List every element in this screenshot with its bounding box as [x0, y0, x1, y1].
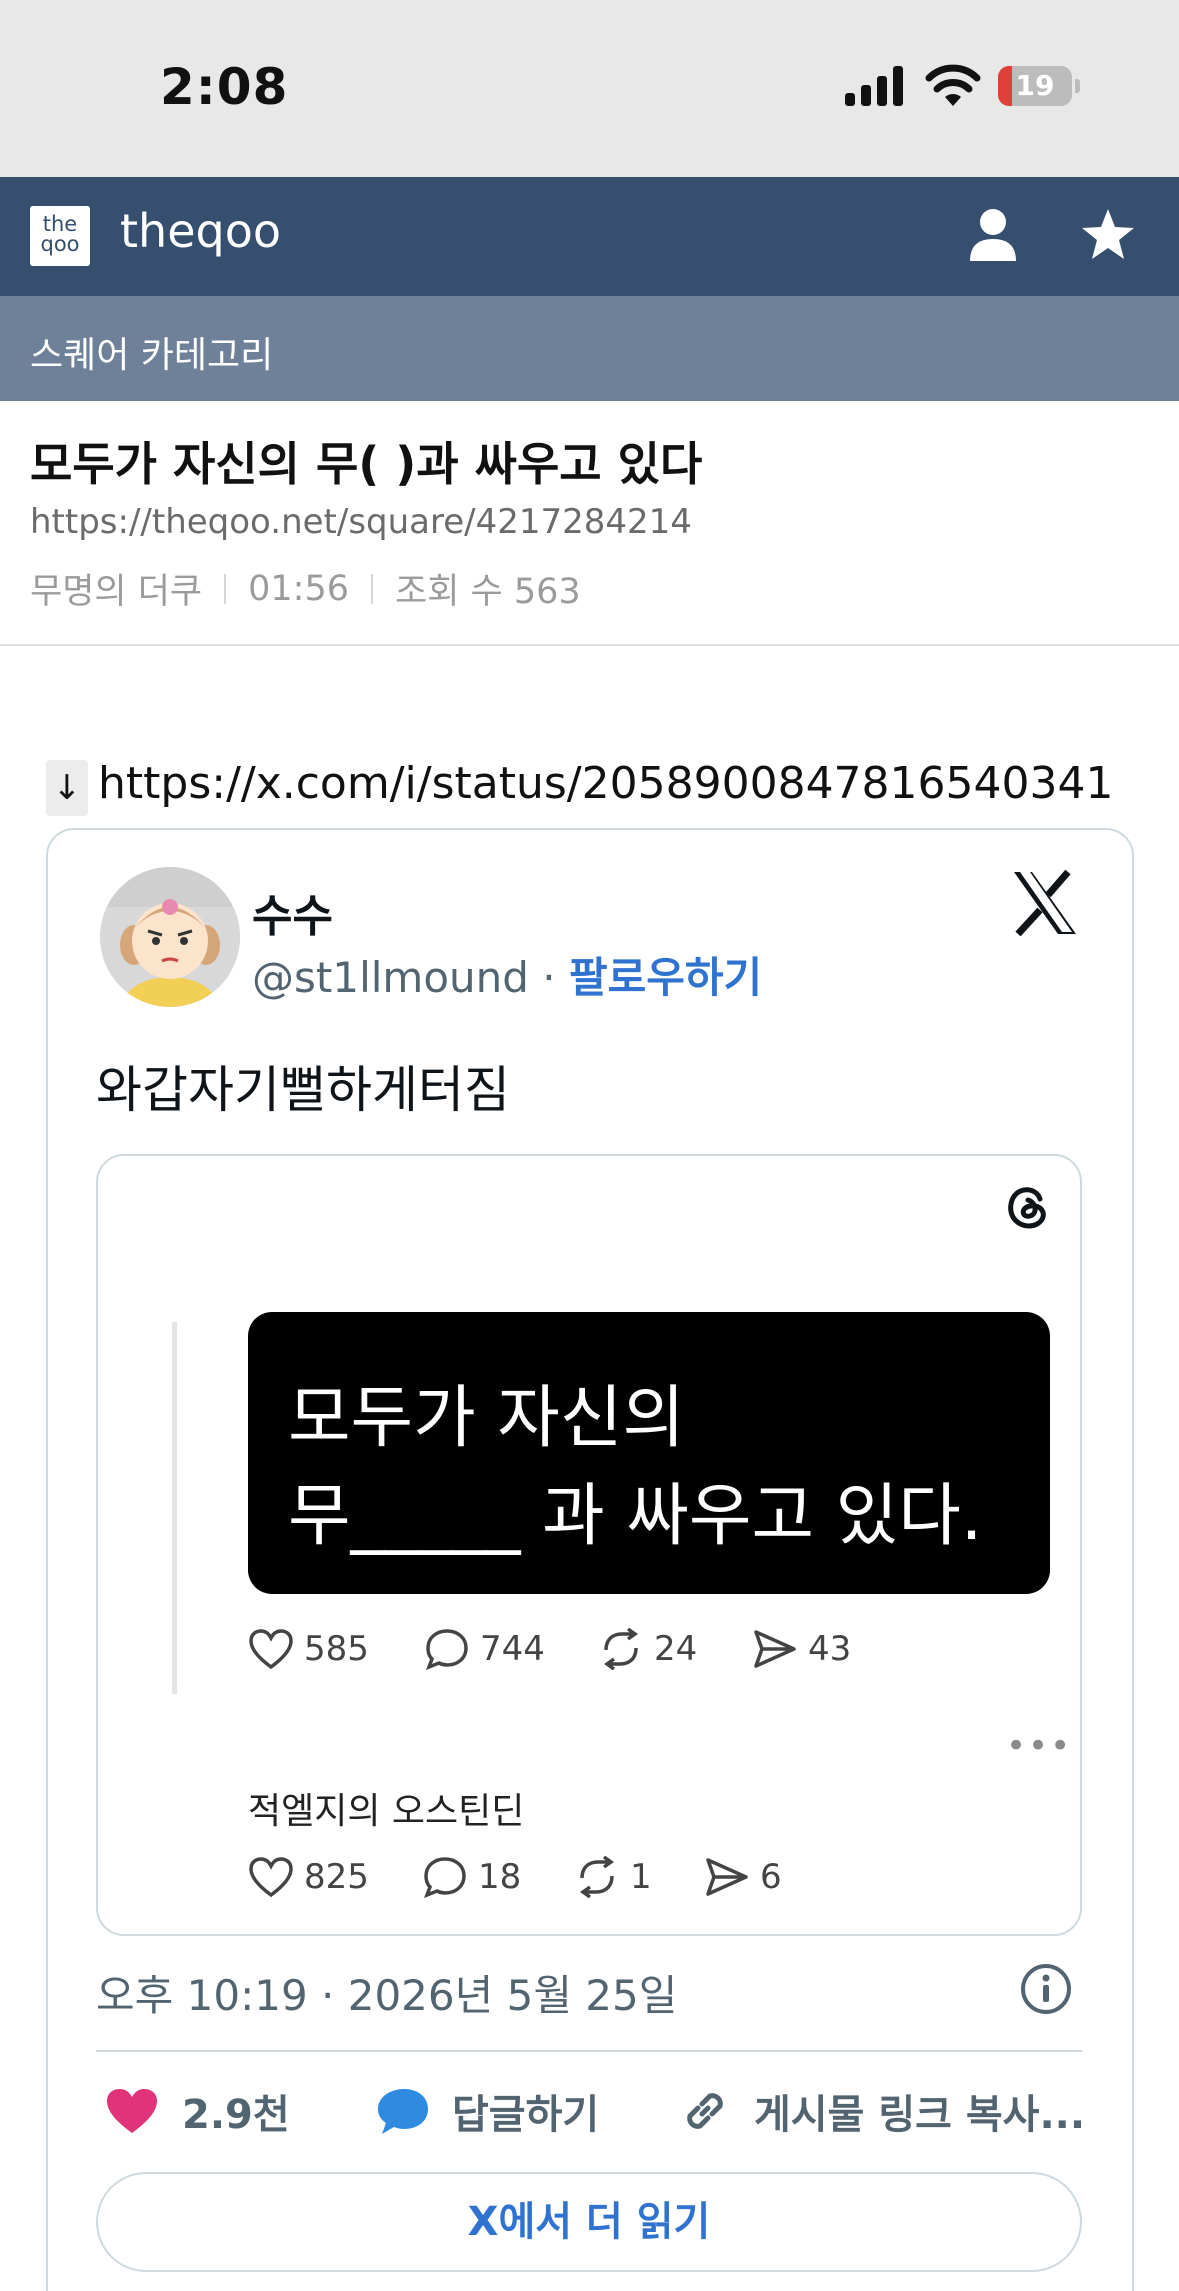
category-label[interactable]: 스퀘어 카테고리: [30, 326, 273, 378]
info-icon[interactable]: [1020, 1963, 1072, 2015]
theqoo-logo[interactable]: the qoo: [30, 206, 90, 266]
handle-text[interactable]: @st1llmound: [252, 953, 529, 1002]
reply-share-count: 6: [760, 1857, 782, 1897]
post-title: 모두가 자신의 무( )과 싸우고 있다: [30, 437, 703, 491]
avatar-image: [100, 867, 240, 1007]
status-bar: 2:08 19: [0, 0, 1179, 177]
heart-outline-icon: [249, 1629, 293, 1670]
meta-divider: [224, 573, 227, 604]
category-bar[interactable]: 스퀘어 카테고리: [0, 296, 1179, 401]
threads-icon: [1008, 1187, 1046, 1229]
user-icon[interactable]: [968, 207, 1018, 263]
logo-text-top: the: [42, 212, 78, 236]
reply-like-stat[interactable]: 825: [248, 1856, 369, 1898]
action-divider: [96, 2050, 1082, 2052]
post-time: 01:56: [248, 568, 350, 609]
reply-author-name[interactable]: 적엘지의 오스틴딘: [248, 1782, 524, 1834]
reply-like-count: 825: [304, 1857, 369, 1897]
handle-separator: ·: [528, 953, 569, 1002]
reply-reply-count: 18: [478, 1857, 522, 1897]
reply-label: 답글하기: [452, 2092, 600, 2138]
meta-divider: [371, 573, 374, 604]
down-arrow-icon: ↓: [46, 760, 88, 816]
tweet-link[interactable]: https://x.com/i/status/20589008478165403…: [98, 758, 1114, 809]
image-text-line1: 모두가 자신의: [288, 1379, 685, 1458]
quote-share-count: 43: [808, 1629, 852, 1669]
post-meta: 무명의 더쿠 01:56 조회 수 563: [30, 563, 581, 614]
tweet-author-name[interactable]: 수수: [252, 880, 333, 944]
reply-reply-stat[interactable]: 18: [422, 1856, 521, 1898]
more-options-icon[interactable]: •••: [1006, 1726, 1072, 1766]
like-action[interactable]: 2.9천: [104, 2082, 290, 2140]
send-icon: [706, 1858, 748, 1896]
copy-link-label: 게시물 링크 복사...: [754, 2092, 1086, 2138]
read-more-on-x-button[interactable]: X에서 더 읽기: [96, 2172, 1082, 2272]
post-author: 무명의 더쿠: [30, 572, 203, 612]
post-url[interactable]: https://theqoo.net/square/4217284214: [30, 502, 692, 542]
x-logo-icon[interactable]: [1010, 870, 1080, 936]
reply-action[interactable]: 답글하기: [374, 2082, 599, 2140]
quote-repost-count: 24: [654, 1629, 698, 1669]
reply-bubble-icon: [378, 2089, 428, 2134]
comment-bubble-icon: [424, 1857, 466, 1898]
copy-link-action[interactable]: 게시물 링크 복사...: [678, 2082, 1085, 2140]
star-icon[interactable]: [1080, 207, 1136, 263]
image-text-line2: 무_____ 과 싸우고 있다.: [288, 1477, 983, 1556]
heart-filled-icon: [107, 2089, 157, 2133]
quote-repost-stat[interactable]: 24: [598, 1628, 697, 1670]
status-time: 2:08: [160, 58, 289, 116]
comment-bubble-icon: [426, 1629, 468, 1670]
thread-connector-line: [172, 1322, 177, 1694]
repost-icon: [603, 1628, 639, 1670]
avatar[interactable]: [100, 867, 240, 1007]
logo-text-bottom: qoo: [40, 232, 80, 256]
reply-repost-count: 1: [630, 1857, 652, 1897]
post-divider: [0, 644, 1179, 646]
heart-outline-icon: [249, 1857, 293, 1898]
battery-level: 19: [1015, 69, 1055, 102]
app-title[interactable]: theqoo: [120, 204, 281, 258]
quote-reply-count: 744: [480, 1629, 545, 1669]
reply-repost-stat[interactable]: 1: [574, 1856, 652, 1898]
tweet-date[interactable]: 오후 10:19 · 2026년 5월 25일: [96, 1962, 677, 2023]
battery-icon: 19: [998, 66, 1080, 106]
repost-icon: [579, 1856, 615, 1898]
tweet-text: 와갑자기뻘하게터짐: [96, 1061, 510, 1119]
like-count: 2.9천: [182, 2092, 290, 2138]
app-header: the qoo theqoo: [0, 177, 1179, 296]
tweet-author-handle: @st1llmound · 팔로우하기: [252, 944, 762, 1005]
quote-share-stat[interactable]: 43: [752, 1628, 851, 1670]
quote-like-count: 585: [304, 1629, 369, 1669]
quote-reply-stat[interactable]: 744: [424, 1628, 545, 1670]
reply-share-stat[interactable]: 6: [704, 1856, 782, 1898]
post-views: 조회 수 563: [395, 572, 581, 612]
cellular-signal-icon: [845, 66, 903, 106]
link-icon: [687, 2093, 723, 2129]
follow-button[interactable]: 팔로우하기: [569, 953, 762, 1002]
wifi-icon: [925, 64, 981, 106]
quote-like-stat[interactable]: 585: [248, 1628, 369, 1670]
send-icon: [754, 1630, 796, 1668]
